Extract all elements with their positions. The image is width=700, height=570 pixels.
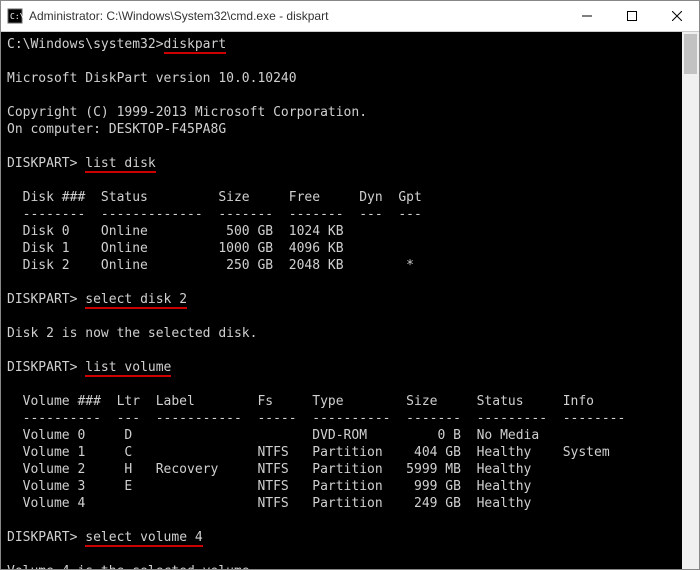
- dp-prompt: DISKPART>: [7, 360, 77, 375]
- version-line: Microsoft DiskPart version 10.0.10240: [7, 71, 297, 86]
- cmd-list-volume: list volume: [85, 360, 171, 377]
- vol-row: Volume 2 H Recovery NTFS Partition 5999 …: [7, 462, 531, 477]
- prompt: C:\Windows\system32>: [7, 37, 164, 52]
- titlebar[interactable]: C:\ Administrator: C:\Windows\System32\c…: [1, 1, 699, 32]
- window-title: Administrator: C:\Windows\System32\cmd.e…: [29, 9, 564, 23]
- disk-header: Disk ### Status Size Free Dyn Gpt: [7, 190, 422, 205]
- dp-prompt: DISKPART>: [7, 156, 77, 171]
- scroll-thumb[interactable]: [684, 34, 697, 74]
- cmd-select-volume: select volume 4: [85, 530, 202, 547]
- vol-header: Volume ### Ltr Label Fs Type Size Status…: [7, 394, 594, 409]
- window-controls: [564, 1, 699, 31]
- cmd-select-disk: select disk 2: [85, 292, 187, 309]
- copyright-line: Copyright (C) 1999-2013 Microsoft Corpor…: [7, 105, 367, 120]
- vol-row: Volume 3 E NTFS Partition 999 GB Healthy: [7, 479, 531, 494]
- maximize-button[interactable]: [609, 1, 654, 31]
- select-disk-msg: Disk 2 is now the selected disk.: [7, 326, 257, 341]
- disk-row: Disk 2 Online 250 GB 2048 KB *: [7, 258, 414, 273]
- disk-row: Disk 0 Online 500 GB 1024 KB: [7, 224, 344, 239]
- minimize-button[interactable]: [564, 1, 609, 31]
- vol-row: Volume 1 C NTFS Partition 404 GB Healthy…: [7, 445, 610, 460]
- disk-divider: -------- ------------- ------- ------- -…: [7, 207, 422, 222]
- app-window: C:\ Administrator: C:\Windows\System32\c…: [0, 0, 700, 570]
- app-icon: C:\: [1, 8, 29, 24]
- vol-row: Volume 0 D DVD-ROM 0 B No Media: [7, 428, 539, 443]
- vol-row: Volume 4 NTFS Partition 249 GB Healthy: [7, 496, 531, 511]
- svg-text:C:\: C:\: [10, 12, 23, 21]
- dp-prompt: DISKPART>: [7, 530, 77, 545]
- cmd-list-disk: list disk: [85, 156, 155, 173]
- select-vol-msg: Volume 4 is the selected volume.: [7, 564, 257, 569]
- cmd-diskpart: diskpart: [164, 37, 227, 54]
- vol-divider: ---------- --- ----------- ----- -------…: [7, 411, 625, 426]
- terminal[interactable]: C:\Windows\system32>diskpart Microsoft D…: [1, 32, 682, 569]
- close-button[interactable]: [654, 1, 699, 31]
- disk-row: Disk 1 Online 1000 GB 4096 KB: [7, 241, 344, 256]
- dp-prompt: DISKPART>: [7, 292, 77, 307]
- scrollbar[interactable]: [682, 32, 699, 569]
- computer-line: On computer: DESKTOP-F45PA8G: [7, 122, 226, 137]
- client-area: C:\Windows\system32>diskpart Microsoft D…: [1, 32, 699, 569]
